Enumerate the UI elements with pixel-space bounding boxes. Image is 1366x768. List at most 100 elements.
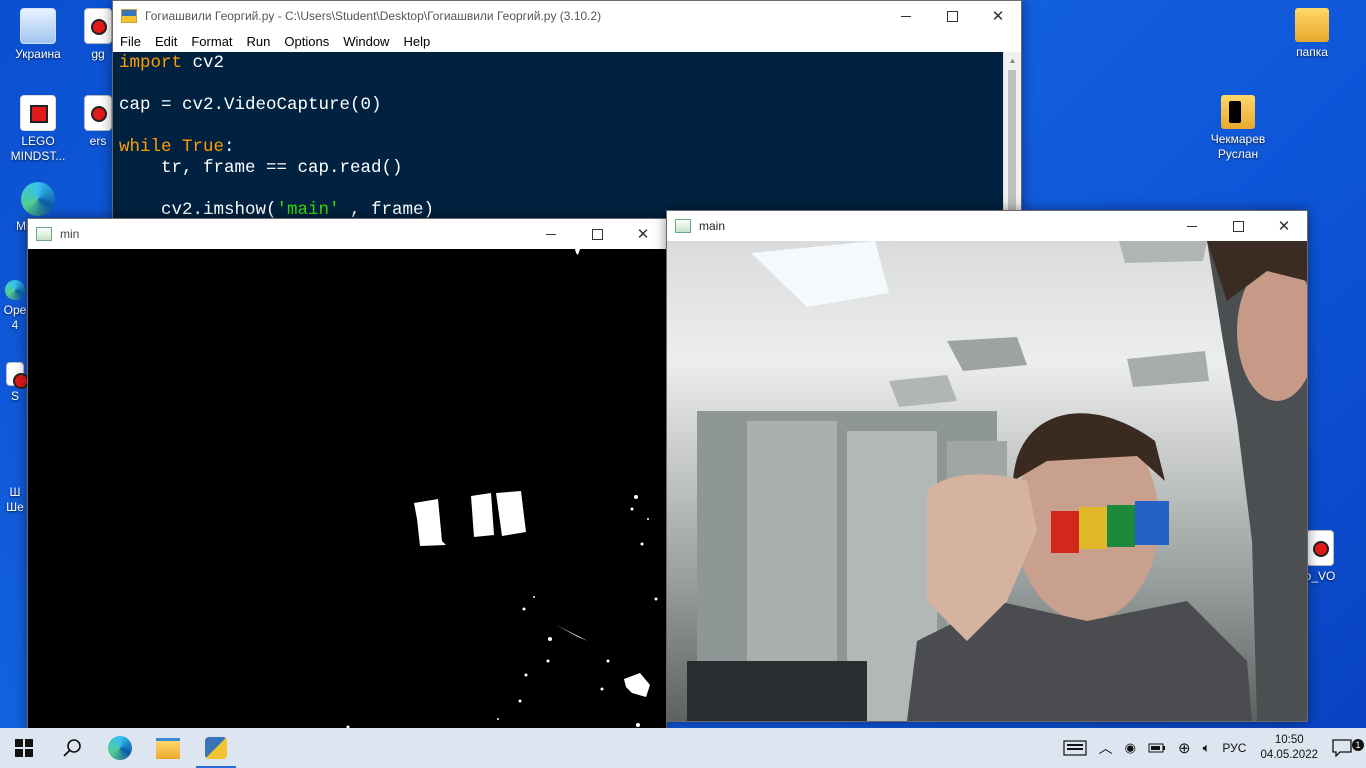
chevron-up-icon[interactable]: ︿: [1093, 738, 1119, 758]
opencv-window-icon: [36, 227, 52, 241]
code-editor[interactable]: import cv2 cap = cv2.VideoCapture(0) whi…: [113, 52, 1004, 233]
start-button[interactable]: [0, 728, 48, 768]
battery-icon[interactable]: [1142, 742, 1172, 754]
taskbar-edge[interactable]: [96, 728, 144, 768]
desktop-icon-partial[interactable]: Ш Ше: [0, 485, 30, 515]
taskbar-file-explorer[interactable]: [144, 728, 192, 768]
menu-window[interactable]: Window: [336, 34, 396, 49]
window-title: Гогиашвили Георгий.py - C:\Users\Student…: [145, 9, 602, 23]
clock-date: 04.05.2022: [1260, 749, 1318, 761]
scroll-up-arrow-icon[interactable]: ▲: [1004, 52, 1021, 69]
app-icon: [5, 280, 25, 300]
opencv-window-icon: [675, 219, 691, 233]
menu-options[interactable]: Options: [277, 34, 336, 49]
network-globe-icon[interactable]: ⊕: [1172, 739, 1197, 757]
menu-format[interactable]: Format: [184, 34, 239, 49]
taskbar: ︿ ◉ ⊕ 🔈︎ РУС 10:50 04.05.2022 1: [0, 728, 1366, 768]
window-title: main: [699, 219, 726, 233]
desktop-icon-folder-chekmarev[interactable]: Чекмарев Руслан: [1200, 95, 1276, 162]
python-idle-icon: [205, 737, 227, 759]
desktop-icon-partial[interactable]: Ope 4: [0, 280, 30, 333]
keyword: while: [119, 137, 172, 157]
folder-icon: [1295, 8, 1329, 42]
code-line: import cv2: [119, 53, 998, 74]
language-indicator[interactable]: РУС: [1216, 741, 1252, 755]
desktop-icon-recycle-bin[interactable]: Украина: [0, 8, 76, 62]
file-explorer-icon: [156, 737, 180, 759]
minimize-button[interactable]: [1169, 211, 1215, 241]
desktop-icon-label: Ш Ше: [6, 485, 24, 514]
volume-muted-icon[interactable]: 🔈︎: [1197, 740, 1217, 756]
clock-time: 10:50: [1274, 734, 1304, 746]
minimize-button[interactable]: [883, 1, 929, 31]
code-text: :: [224, 137, 235, 157]
idle-titlebar[interactable]: Гогиашвили Георгий.py - C:\Users\Student…: [113, 1, 1021, 31]
recycle-bin-icon: [20, 8, 56, 44]
min-titlebar[interactable]: min: [28, 219, 666, 249]
windows-start-icon: [15, 739, 33, 757]
desktop-icon-label: Ope 4: [3, 303, 27, 332]
system-tray: ︿ ◉ ⊕ 🔈︎ РУС 10:50 04.05.2022 1: [1057, 728, 1366, 768]
close-button[interactable]: [1261, 211, 1307, 241]
close-button[interactable]: [620, 219, 666, 249]
code-line: cap = cv2.VideoCapture(0): [119, 95, 382, 115]
mask-blobs: [346, 249, 658, 729]
search-button[interactable]: [48, 728, 96, 768]
desktop-icon-label: папка: [1296, 45, 1328, 59]
string-literal: 'main': [276, 200, 340, 220]
edge-icon: [21, 182, 55, 216]
webcam-icon[interactable]: ◉: [1119, 740, 1142, 756]
menu-edit[interactable]: Edit: [148, 34, 184, 49]
code-line: tr, frame == cap.read(): [119, 158, 403, 178]
file-icon: [84, 95, 112, 131]
python-file-icon: [121, 9, 137, 23]
vertical-scrollbar[interactable]: ▲: [1003, 52, 1021, 233]
menu-file[interactable]: File: [113, 34, 148, 49]
camera-scene: [687, 241, 1307, 721]
code-text: cv2.imshow(: [119, 200, 277, 220]
close-button[interactable]: [975, 1, 1021, 31]
mask-image: [28, 249, 666, 729]
opencv-window-main[interactable]: main: [666, 210, 1308, 722]
desktop-icon-label: LEGO MINDST...: [10, 134, 66, 163]
notification-center-button[interactable]: 1: [1326, 739, 1366, 757]
desktop-icon-folder-papka[interactable]: папка: [1274, 8, 1350, 60]
menu-run[interactable]: Run: [240, 34, 278, 49]
notification-icon: [1332, 739, 1352, 757]
edge-icon: [108, 736, 132, 760]
idle-editor-window[interactable]: Гогиашвили Георгий.py - C:\Users\Student…: [112, 0, 1022, 234]
desktop-icon-label: S: [10, 389, 19, 403]
idle-menubar: File Edit Format Run Options Window Help: [113, 31, 1021, 51]
window-title: min: [60, 227, 80, 241]
lego-mindstorms-icon: [20, 95, 56, 131]
lego-file-icon: [1306, 530, 1334, 566]
menu-help[interactable]: Help: [396, 34, 437, 49]
file-icon: [84, 8, 112, 44]
code-line: while True:: [119, 137, 998, 158]
maximize-button[interactable]: [929, 1, 975, 31]
clock[interactable]: 10:50 04.05.2022: [1252, 733, 1326, 763]
folder-icon: [1221, 95, 1255, 129]
scrollbar-thumb[interactable]: [1008, 70, 1016, 220]
desktop-icon-lego-mindstorms[interactable]: LEGO MINDST...: [0, 95, 76, 164]
desktop-icon-label: Чекмарев Руслан: [1210, 132, 1266, 161]
code-text: cv2: [182, 53, 225, 73]
app-icon: [6, 362, 29, 389]
taskbar-python-idle[interactable]: [192, 728, 240, 768]
main-titlebar[interactable]: main: [667, 211, 1307, 241]
search-icon: [63, 739, 81, 757]
opencv-window-min[interactable]: min: [27, 218, 667, 730]
maximize-button[interactable]: [574, 219, 620, 249]
keyword: True: [182, 137, 225, 157]
desktop-icon-label: Украина: [15, 47, 61, 61]
maximize-button[interactable]: [1215, 211, 1261, 241]
keyboard-icon[interactable]: [1057, 740, 1093, 756]
desktop-icon-partial[interactable]: S: [0, 362, 30, 404]
minimize-button[interactable]: [528, 219, 574, 249]
notification-count-badge: 1: [1352, 739, 1364, 751]
code-text: , frame): [339, 200, 435, 220]
keyword: import: [119, 53, 183, 73]
